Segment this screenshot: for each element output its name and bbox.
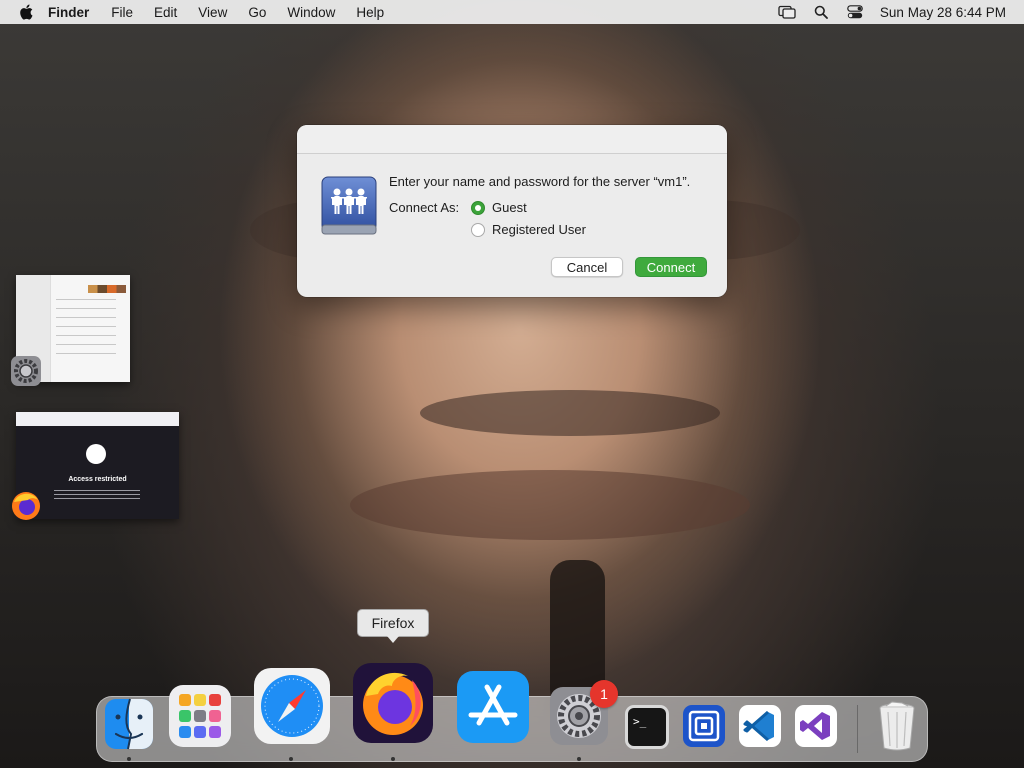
svg-text:>_: >_ <box>633 715 647 728</box>
cancel-button[interactable]: Cancel <box>551 257 623 277</box>
search-icon[interactable] <box>812 5 830 19</box>
app-store-icon[interactable] <box>455 669 531 745</box>
dock-tooltip: Firefox <box>357 609 429 637</box>
menu-edit[interactable]: Edit <box>154 5 177 20</box>
thumb-access-restricted-text: Access restricted <box>68 476 127 483</box>
connect-button[interactable]: Connect <box>635 257 707 277</box>
vscode-icon[interactable] <box>738 704 782 748</box>
menu-app-name[interactable]: Finder <box>48 5 89 20</box>
screen-mirroring-icon[interactable] <box>778 5 796 19</box>
radio-button-unselected[interactable] <box>471 222 485 237</box>
tooltip-arrow <box>387 636 399 643</box>
menu-window[interactable]: Window <box>287 5 335 20</box>
running-indicator <box>127 757 131 761</box>
trash-icon[interactable] <box>874 700 920 752</box>
menu-file[interactable]: File <box>111 5 133 20</box>
notification-badge: 1 <box>590 680 618 708</box>
radio-registered-user-label: Registered User <box>492 222 586 237</box>
finder-icon[interactable] <box>104 698 154 750</box>
thumb-body-lines <box>54 490 140 500</box>
radio-guest[interactable]: Guest <box>471 200 527 215</box>
network-server-icon <box>321 176 377 235</box>
running-indicator <box>577 757 581 761</box>
dock-separator <box>857 705 858 753</box>
menu-view[interactable]: View <box>198 5 227 20</box>
framer-icon[interactable] <box>682 704 726 748</box>
wallpaper-shade <box>350 470 750 540</box>
firefox-icon <box>10 490 42 522</box>
desktop: Finder File Edit View Go Window Help Sun… <box>0 0 1024 768</box>
connect-as-label: Connect As: <box>389 200 460 215</box>
apple-logo-icon[interactable] <box>18 4 34 20</box>
radio-button-selected[interactable] <box>471 200 485 215</box>
running-indicator <box>289 757 293 761</box>
thumb-image-strip <box>88 285 126 293</box>
menu-help[interactable]: Help <box>356 5 384 20</box>
firefox-icon[interactable] <box>352 662 434 744</box>
visual-studio-icon[interactable] <box>794 704 838 748</box>
control-center-icon[interactable] <box>846 5 864 19</box>
menu-clock[interactable]: Sun May 28 6:44 PM <box>880 5 1006 20</box>
gear-icon <box>10 355 42 387</box>
safari-icon[interactable] <box>252 666 332 746</box>
radio-guest-label: Guest <box>492 200 527 215</box>
thumb-restricted-icon <box>86 444 106 464</box>
thumb-text-lines <box>56 299 116 359</box>
connect-server-dialog: Enter your name and password for the ser… <box>297 125 727 297</box>
radio-registered-user[interactable]: Registered User <box>471 222 586 237</box>
dialog-titlebar[interactable] <box>297 125 727 154</box>
launchpad-icon[interactable] <box>167 683 233 749</box>
dialog-prompt: Enter your name and password for the ser… <box>389 174 691 189</box>
menu-bar: Finder File Edit View Go Window Help Sun… <box>0 0 1024 24</box>
wallpaper-shade <box>420 390 720 436</box>
thumb-toolbar <box>16 412 179 426</box>
terminal-icon[interactable]: >_ <box>624 704 670 750</box>
running-indicator <box>391 757 395 761</box>
menu-go[interactable]: Go <box>248 5 266 20</box>
